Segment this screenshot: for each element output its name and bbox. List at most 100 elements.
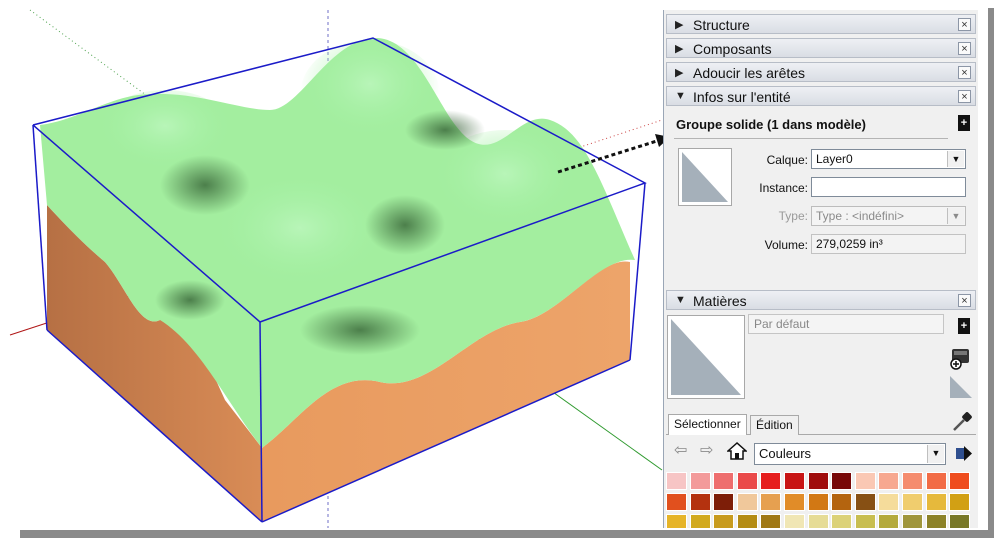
panel-title: Adoucir les arêtes: [693, 65, 806, 81]
material-name-field[interactable]: Par défaut: [748, 314, 944, 334]
color-swatch[interactable]: [760, 514, 782, 528]
close-icon[interactable]: ×: [958, 18, 971, 31]
close-icon[interactable]: ×: [958, 42, 971, 55]
collection-select[interactable]: Couleurs ▼: [754, 443, 946, 465]
create-material-icon[interactable]: [948, 345, 974, 371]
color-swatch[interactable]: [949, 472, 971, 490]
panel-header-entity-info[interactable]: ▼ Infos sur l'entité ×: [666, 86, 976, 106]
type-select: Type : <indéfini> ▼: [811, 206, 966, 226]
color-swatch[interactable]: [807, 514, 829, 528]
color-swatch[interactable]: [831, 493, 853, 511]
volume-label: Volume:: [764, 238, 808, 252]
instance-field[interactable]: [811, 177, 966, 197]
color-swatch[interactable]: [854, 493, 876, 511]
close-icon[interactable]: ×: [958, 294, 971, 307]
color-swatch[interactable]: [878, 493, 900, 511]
tab-edit[interactable]: Édition: [750, 415, 799, 435]
color-swatch[interactable]: [713, 493, 735, 511]
frame-shadow: [20, 530, 994, 538]
expand-arrow-icon: ▶: [675, 43, 684, 55]
color-swatch[interactable]: [854, 514, 876, 528]
color-swatch[interactable]: [713, 472, 735, 490]
layer-select[interactable]: Layer0 ▼: [811, 149, 966, 169]
layer-label: Calque:: [766, 153, 808, 167]
material-preview[interactable]: [667, 315, 745, 399]
default-material-icon: [682, 152, 728, 202]
color-swatch[interactable]: [807, 472, 829, 490]
layer-value: Layer0: [816, 152, 853, 166]
add-detail-icon[interactable]: +: [958, 318, 970, 334]
color-swatch[interactable]: [925, 472, 947, 490]
forward-arrow-icon[interactable]: ⇨: [700, 440, 713, 460]
color-swatch[interactable]: [878, 472, 900, 490]
panel-header-materials[interactable]: ▼ Matières ×: [666, 290, 976, 310]
collection-value: Couleurs: [759, 446, 812, 461]
color-swatch[interactable]: [949, 493, 971, 511]
entity-material-swatch[interactable]: [678, 148, 732, 206]
dip-left-front: [155, 280, 225, 320]
color-swatch[interactable]: [925, 493, 947, 511]
color-swatch[interactable]: [902, 472, 923, 490]
color-swatch[interactable]: [666, 472, 687, 490]
volume-value: 279,0259 in³: [811, 234, 966, 254]
color-swatch[interactable]: [689, 472, 711, 490]
collapse-arrow-icon: ▼: [675, 294, 686, 306]
home-icon[interactable]: [727, 442, 747, 460]
eyedropper-icon[interactable]: [950, 410, 974, 434]
color-swatch[interactable]: [878, 514, 900, 528]
color-swatch[interactable]: [760, 472, 782, 490]
dip-front: [300, 305, 420, 355]
color-swatch[interactable]: [689, 514, 711, 528]
type-label: Type:: [778, 209, 808, 223]
dip-center-left: [160, 155, 250, 215]
color-swatch[interactable]: [666, 514, 687, 528]
chevron-down-icon: ▼: [947, 208, 964, 224]
color-swatch[interactable]: [784, 514, 805, 528]
color-swatch[interactable]: [666, 493, 687, 511]
type-value: Type : <indéfini>: [816, 209, 905, 223]
panel-header-soften-edges[interactable]: ▶ Adoucir les arêtes ×: [666, 62, 976, 82]
divider: [674, 138, 948, 139]
add-detail-icon[interactable]: +: [958, 115, 970, 131]
color-swatch[interactable]: [736, 472, 758, 490]
panel-header-structure[interactable]: ▶ Structure ×: [666, 14, 976, 34]
tab-select[interactable]: Sélectionner: [668, 414, 747, 435]
color-swatch[interactable]: [784, 472, 805, 490]
panel-header-components[interactable]: ▶ Composants ×: [666, 38, 976, 58]
color-swatch[interactable]: [784, 493, 805, 511]
chevron-down-icon: ▼: [947, 151, 964, 167]
color-swatch[interactable]: [760, 493, 782, 511]
close-icon[interactable]: ×: [958, 66, 971, 79]
entity-type-title: Groupe solide (1 dans modèle): [676, 117, 866, 132]
sample-paint-icon[interactable]: [948, 374, 974, 400]
default-tray: ▶ Structure × ▶ Composants × ▶ Adoucir l…: [663, 10, 978, 528]
panel-title: Infos sur l'entité: [693, 89, 791, 105]
color-swatch[interactable]: [925, 514, 947, 528]
dip-center-right: [365, 195, 445, 255]
collapse-arrow-icon: ▼: [675, 90, 686, 102]
close-icon[interactable]: ×: [958, 90, 971, 103]
color-swatch[interactable]: [736, 514, 758, 528]
color-swatch[interactable]: [689, 493, 711, 511]
panel-title: Structure: [693, 17, 750, 33]
expand-arrow-icon: ▶: [675, 67, 684, 79]
color-swatch[interactable]: [854, 472, 876, 490]
color-swatch[interactable]: [713, 514, 735, 528]
back-arrow-icon[interactable]: ⇦: [674, 440, 687, 460]
expand-arrow-icon: ▶: [675, 19, 684, 31]
default-material-icon: [671, 319, 741, 395]
chevron-down-icon: ▼: [927, 445, 944, 463]
color-swatch[interactable]: [831, 514, 853, 528]
panel-title: Matières: [693, 293, 747, 309]
frame-shadow: [988, 8, 994, 538]
color-swatch[interactable]: [807, 493, 829, 511]
instance-label: Instance:: [759, 181, 808, 195]
dip-back-right: [405, 110, 485, 150]
color-swatch[interactable]: [902, 514, 923, 528]
color-swatch[interactable]: [949, 514, 971, 528]
panel-title: Composants: [693, 41, 772, 57]
details-arrow-icon[interactable]: [954, 444, 974, 464]
color-swatch[interactable]: [736, 493, 758, 511]
color-swatch[interactable]: [831, 472, 853, 490]
color-swatch[interactable]: [902, 493, 923, 511]
